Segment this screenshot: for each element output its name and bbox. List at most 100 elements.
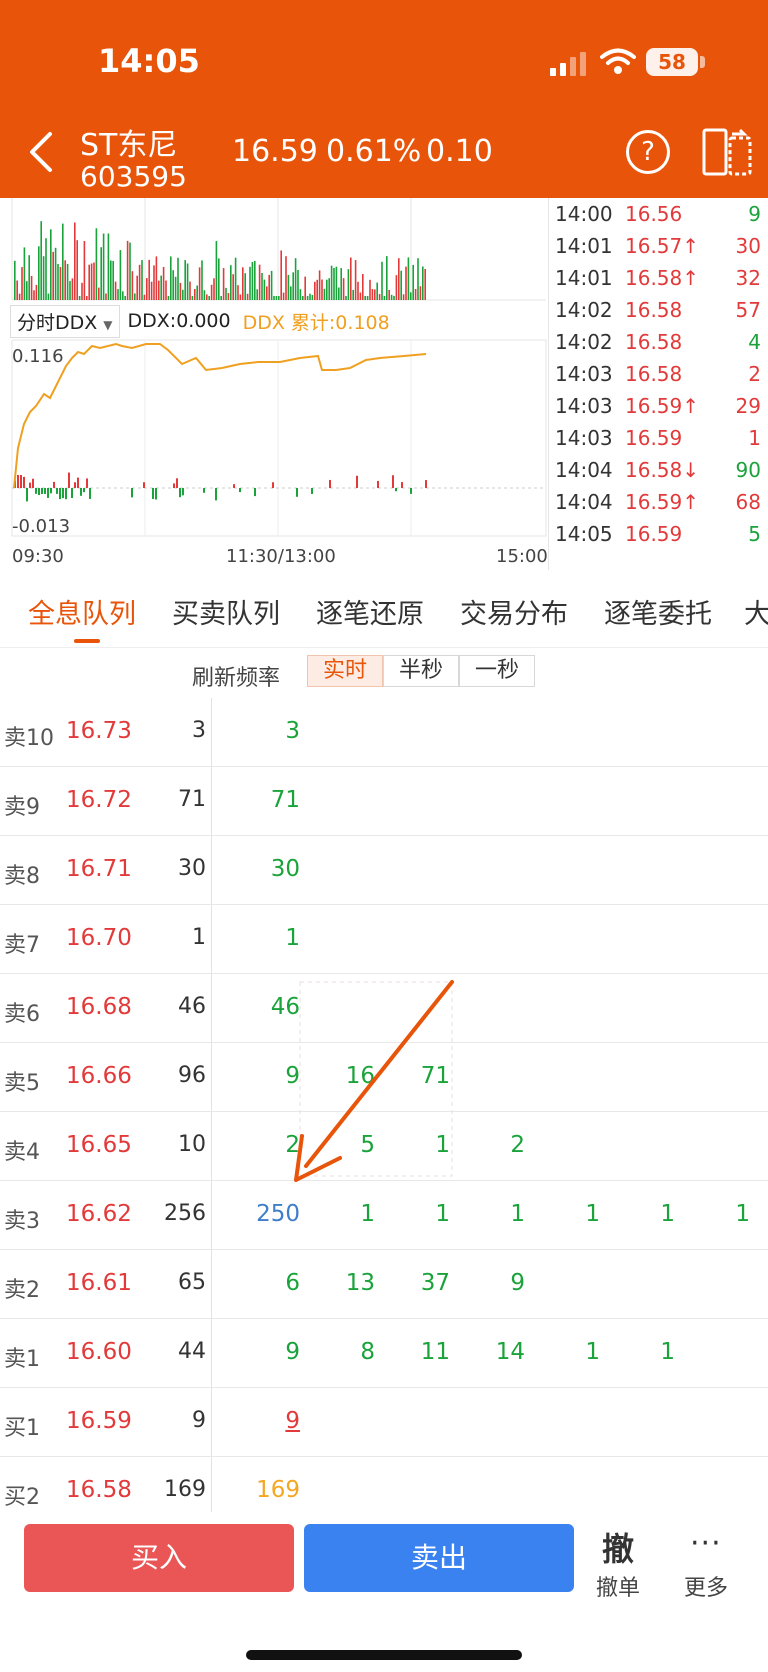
tick-price: 16.58 [625, 330, 683, 354]
tab-order-by-order[interactable]: 逐笔委托 [604, 592, 712, 631]
tick-direction-icon: ↑ [682, 234, 700, 258]
ddx-bar [80, 488, 82, 496]
ddx-bar [86, 478, 88, 488]
tick-row: 14:04 16.59↑ 68 [549, 490, 768, 524]
order-row[interactable]: 买1 16.59 9 9 [0, 1388, 768, 1457]
order-row[interactable]: 卖9 16.72 71 71 [0, 767, 768, 836]
order-quantity: 71 [270, 787, 300, 813]
order-row[interactable]: 卖1 16.60 44 9 8 11 14 1 1 [0, 1319, 768, 1388]
order-quantity: 1 [585, 1339, 600, 1365]
order-row[interactable]: 卖6 16.68 46 46 [0, 974, 768, 1043]
volume-bar [338, 287, 340, 300]
volume-bar [306, 296, 309, 300]
ddx-bar [233, 484, 235, 488]
level-total: 9 [192, 1408, 206, 1433]
sell-button[interactable]: 卖出 [304, 1524, 574, 1592]
order-row[interactable]: 卖10 16.73 3 3 [0, 698, 768, 767]
volume-bar [419, 286, 422, 300]
volume-bar [398, 258, 400, 300]
y-axis-top-label: 0.116 [12, 346, 64, 367]
volume-bar [364, 296, 366, 300]
volume-bar [172, 270, 174, 300]
volume-bar [412, 264, 414, 300]
volume-bar [402, 294, 405, 300]
tick-volume: 57 [735, 298, 761, 322]
indicator-selector[interactable]: 分时DDX ▼ [10, 304, 120, 338]
volume-bar [52, 251, 54, 300]
volume-bar [141, 260, 143, 300]
tick-direction-icon: ↑ [682, 266, 700, 290]
order-quantity: 1 [285, 925, 300, 951]
tab-more-truncated[interactable]: 大 [744, 592, 768, 631]
order-row[interactable]: 卖4 16.65 10 2 5 1 2 [0, 1112, 768, 1181]
volume-bar [74, 222, 76, 300]
ddx-cumulative-line [13, 342, 427, 489]
level-label: 卖10 [4, 726, 54, 751]
order-row[interactable]: 卖8 16.71 30 30 [0, 836, 768, 905]
volume-bar [30, 276, 33, 300]
order-row[interactable]: 卖3 16.62 256 250 1 1 1 1 1 1 [0, 1181, 768, 1250]
volume-bar [393, 295, 395, 300]
cancel-order-icon[interactable]: 撤 [602, 1524, 634, 1570]
cancel-order-button[interactable]: 撤单 [596, 1570, 640, 1602]
tab-full-queue[interactable]: 全息队列 [28, 592, 136, 631]
ddx-bar [152, 488, 154, 499]
ddx-bar [311, 488, 313, 494]
order-quantity: 8 [360, 1339, 375, 1365]
volume-bar [177, 257, 179, 300]
ddx-bar [179, 488, 181, 498]
tab-trade-distribution[interactable]: 交易分布 [460, 592, 568, 631]
volume-bar [194, 289, 196, 300]
refresh-realtime-option[interactable]: 实时 [307, 655, 383, 687]
volume-bar [88, 264, 90, 300]
order-row[interactable]: 卖2 16.61 65 6 13 37 9 [0, 1250, 768, 1319]
tab-tick-restore[interactable]: 逐笔还原 [316, 592, 424, 631]
volume-bar [105, 293, 107, 300]
help-icon[interactable]: ? [626, 130, 670, 174]
volume-bar [179, 282, 182, 300]
volume-bar [117, 289, 119, 300]
order-row[interactable]: 卖5 16.66 96 9 16 71 [0, 1043, 768, 1112]
ddx-bar [203, 488, 205, 493]
ddx-bar [74, 482, 76, 489]
ddx-bar [50, 488, 52, 494]
ddx-bar [254, 488, 256, 497]
ddx-bar [395, 488, 397, 492]
buy-button[interactable]: 买入 [24, 1524, 294, 1592]
volume-bar [251, 262, 254, 300]
level-total: 256 [164, 1201, 206, 1226]
volume-bar [138, 264, 141, 300]
volume-bar [222, 268, 225, 300]
volume-bar [23, 247, 26, 300]
level-price: 16.65 [66, 1132, 132, 1158]
volume-bar [270, 270, 273, 300]
volume-bar [83, 241, 86, 300]
intraday-ddx-chart[interactable]: 分时DDX ▼ DDX:0.000 DDX 累计:0.108 0.116 -0.0… [0, 198, 548, 570]
volume-bar [162, 267, 165, 300]
stock-name: ST东尼 [80, 128, 178, 163]
refresh-one-second-option[interactable]: 一秒 [459, 655, 535, 687]
volume-bar [414, 289, 417, 300]
tick-list[interactable]: 14:00 16.56 9 14:01 16.57↑ 30 14:01 16.58↑ 32 14:… [548, 198, 768, 570]
more-icon[interactable]: ··· [690, 1526, 722, 1561]
volume-bar [261, 273, 263, 300]
level-total: 65 [178, 1270, 206, 1295]
refresh-half-second-option[interactable]: 半秒 [383, 655, 459, 687]
order-row[interactable]: 卖7 16.70 1 1 [0, 905, 768, 974]
volume-bar [266, 286, 268, 300]
volume-bar [148, 259, 150, 300]
volume-bar [134, 293, 136, 300]
tick-volume: 29 [735, 394, 761, 418]
volume-bar [165, 280, 167, 300]
level-price: 16.59 [66, 1408, 132, 1434]
tick-time: 14:03 [555, 362, 613, 386]
ddx-bars [14, 472, 427, 502]
order-queue-table[interactable]: 卖10 16.73 3 3 卖9 16.72 71 71 卖8 16.71 30 30 卖7 16.70 1… [0, 698, 768, 1526]
volume-bar [340, 268, 342, 300]
tab-bid-ask-queue[interactable]: 买卖队列 [172, 592, 280, 631]
level-label: 卖9 [4, 795, 40, 820]
volume-bar [386, 256, 388, 300]
more-button[interactable]: 更多 [684, 1570, 728, 1602]
back-arrow-icon[interactable] [26, 130, 56, 174]
switch-layout-icon[interactable] [702, 128, 752, 176]
